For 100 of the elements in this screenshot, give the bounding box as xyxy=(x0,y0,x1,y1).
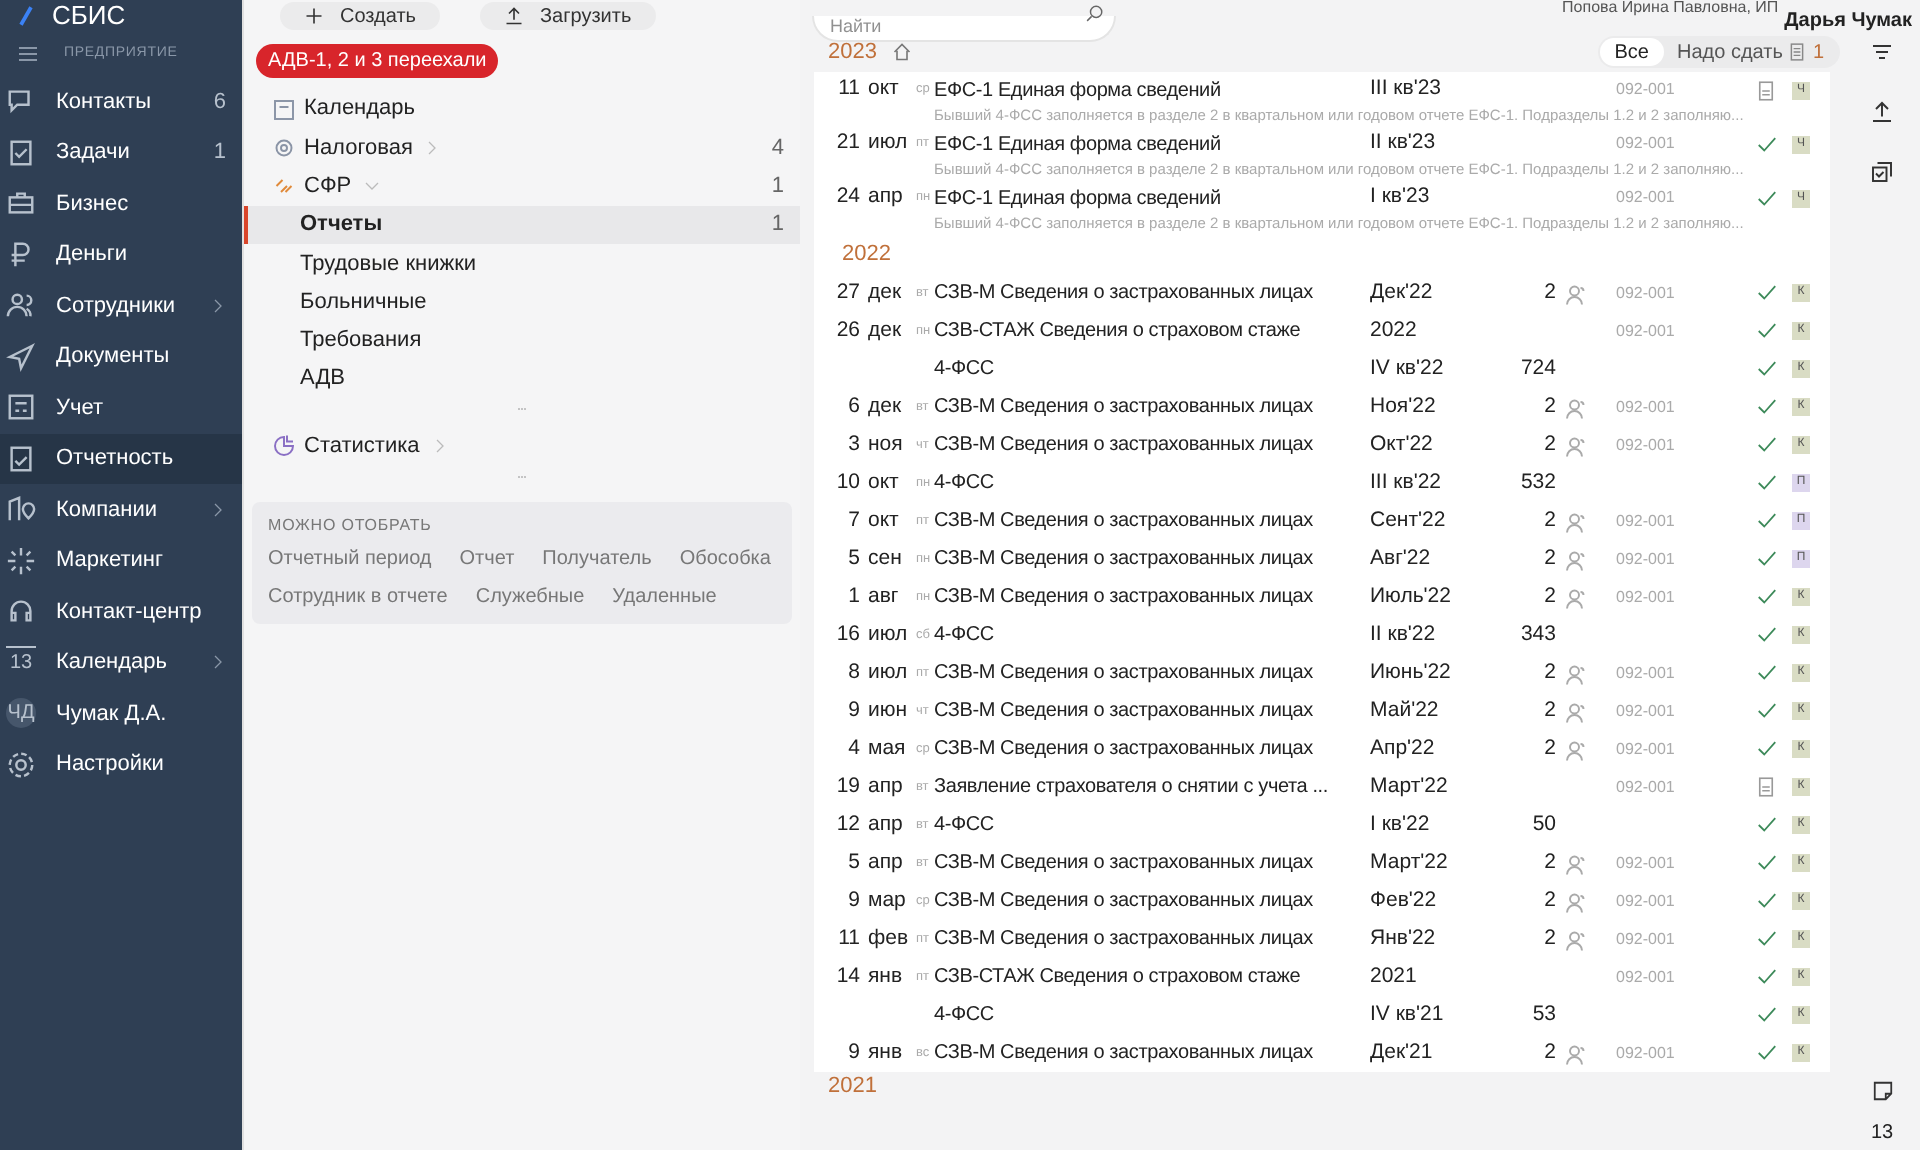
month: окт xyxy=(868,505,901,536)
count: 2 xyxy=(1544,733,1556,764)
tree-item[interactable]: Статистика xyxy=(244,426,800,466)
period: Окт'22 xyxy=(1370,429,1435,460)
people-icon xyxy=(6,290,36,321)
period: I кв'23 xyxy=(1370,182,1432,213)
filter-option[interactable]: Сотрудник в отчете xyxy=(268,581,448,612)
filter-option[interactable]: Удаленные xyxy=(612,581,717,612)
document-icon xyxy=(1788,42,1807,62)
month: июл xyxy=(868,128,910,159)
period: Янв'22 xyxy=(1370,923,1438,954)
count: 532 xyxy=(1520,467,1556,498)
nav-item[interactable]: ЧД Чумак Д.А. xyxy=(0,688,242,739)
report-title: 4-ФСС xyxy=(934,812,996,840)
report-code: 092-001 xyxy=(1616,433,1677,457)
report-title: СЗВ-М Сведения о застрахованных лицах xyxy=(934,1040,1315,1068)
nav-item[interactable]: Деньги xyxy=(0,229,242,280)
month: авг xyxy=(868,581,901,612)
tree-item[interactable]: Календарь xyxy=(244,90,800,129)
nav-item[interactable]: Учет xyxy=(0,382,242,433)
year-heading: 2021 xyxy=(828,1071,877,1102)
nav-item[interactable]: Настройки xyxy=(0,739,242,790)
filter-option[interactable]: Получатель xyxy=(542,543,652,574)
count: 2 xyxy=(1544,885,1556,916)
day: 12 xyxy=(814,809,868,841)
nav-item[interactable]: Контакты 6 xyxy=(0,76,242,127)
report-title: СЗВ-СТАЖ Сведения о страховом стаже xyxy=(934,964,1303,992)
month: окт xyxy=(868,74,901,105)
tree-item[interactable]: АДВ xyxy=(244,360,800,399)
report-title: СЗВ-М Сведения о застрахованных лицах xyxy=(934,926,1315,954)
report-title: СЗВ-М Сведения о застрахованных лицах xyxy=(934,888,1315,916)
logo-icon xyxy=(16,2,36,30)
day: 24 xyxy=(814,182,868,214)
nav-item[interactable]: 13 Календарь xyxy=(0,637,242,688)
view-tab[interactable]: Все xyxy=(1600,38,1663,66)
period: Март'22 xyxy=(1370,771,1450,802)
nav-item[interactable]: Задачи 1 xyxy=(0,127,242,178)
report-code: 092-001 xyxy=(1616,319,1677,343)
filter-option[interactable]: Служебные xyxy=(475,581,585,612)
day: 5 xyxy=(814,543,868,575)
nav-item[interactable]: Бизнес xyxy=(0,178,242,229)
period: Март'22 xyxy=(1370,847,1450,878)
notice-banner[interactable]: АДВ-1, 2 и 3 переехали xyxy=(256,44,499,78)
count: 2 xyxy=(1544,847,1556,878)
day: 19 xyxy=(814,771,868,803)
home-icon xyxy=(892,42,913,62)
period: Май'22 xyxy=(1370,695,1441,726)
report-title: ЕФС-1 Единая форма сведений xyxy=(934,185,1223,213)
month: дек xyxy=(868,315,904,346)
report-title: 4-ФСС xyxy=(934,622,996,650)
tree-item[interactable]: Налоговая 4 xyxy=(244,128,800,168)
day: 8 xyxy=(814,657,868,689)
month: окт xyxy=(868,467,901,498)
month: дек xyxy=(868,391,904,422)
report-code: 092-001 xyxy=(1616,965,1677,989)
report-title: СЗВ-М Сведения о застрахованных лицах xyxy=(934,394,1315,422)
view-tab[interactable]: Надо сдать 1 xyxy=(1663,38,1838,66)
tree-item[interactable]: Отчеты 1 xyxy=(244,205,800,245)
day: 26 xyxy=(814,315,868,347)
count: 2 xyxy=(1544,923,1556,954)
report-code: 092-001 xyxy=(1616,889,1677,913)
ruble-icon xyxy=(6,239,36,270)
day: 16 xyxy=(814,619,868,651)
period: II кв'23 xyxy=(1370,128,1438,159)
month: ноя xyxy=(868,429,905,460)
day: 9 xyxy=(814,1037,868,1069)
month: апр xyxy=(868,847,905,878)
search-field[interactable]: Найти xyxy=(812,15,1116,42)
avatar-icon: ЧД xyxy=(6,698,36,729)
report-code: 092-001 xyxy=(1616,737,1677,761)
day: 21 xyxy=(814,128,868,160)
report-title: СЗВ-М Сведения о застрахованных лицах xyxy=(934,584,1315,612)
year-heading: 2022 xyxy=(842,239,891,270)
nav-item[interactable]: Компании xyxy=(0,484,242,535)
tree-item[interactable]: СФР 1 xyxy=(244,167,800,206)
month: апр xyxy=(868,182,905,213)
report-title: СЗВ-М Сведения о застрахованных лицах xyxy=(934,660,1315,688)
nav-item[interactable]: Отчетность xyxy=(0,433,242,484)
tree-item[interactable]: Трудовые книжки xyxy=(244,244,800,283)
nav-item[interactable]: Документы xyxy=(0,331,242,382)
report-title: ЕФС-1 Единая форма сведений xyxy=(934,131,1223,159)
tree-item[interactable]: Требования xyxy=(244,321,800,361)
toolbar-button[interactable]: Создать xyxy=(280,2,441,30)
filter-option[interactable]: Обособка xyxy=(679,543,771,574)
count: 1 xyxy=(213,138,226,168)
report-title: 4-ФСС xyxy=(934,470,996,498)
filter-option[interactable]: Отчет xyxy=(459,543,515,574)
nav-item[interactable]: Контакт-центр xyxy=(0,586,242,637)
count: 2 xyxy=(1544,543,1556,574)
toolbar-button[interactable]: Загрузить xyxy=(480,2,656,30)
nav-item[interactable]: Сотрудники xyxy=(0,280,242,331)
report-title: СЗВ-М Сведения о застрахованных лицах xyxy=(934,546,1315,574)
nav-item[interactable]: Маркетинг xyxy=(0,535,242,586)
year-heading: 2023 xyxy=(828,37,877,68)
period: Авг'22 xyxy=(1370,543,1433,574)
filter-option[interactable]: Отчетный период xyxy=(268,543,432,574)
day: 14 xyxy=(814,961,868,993)
month: июл xyxy=(868,657,910,688)
tree-item[interactable]: Больничные xyxy=(244,282,800,322)
month: сен xyxy=(868,543,904,574)
